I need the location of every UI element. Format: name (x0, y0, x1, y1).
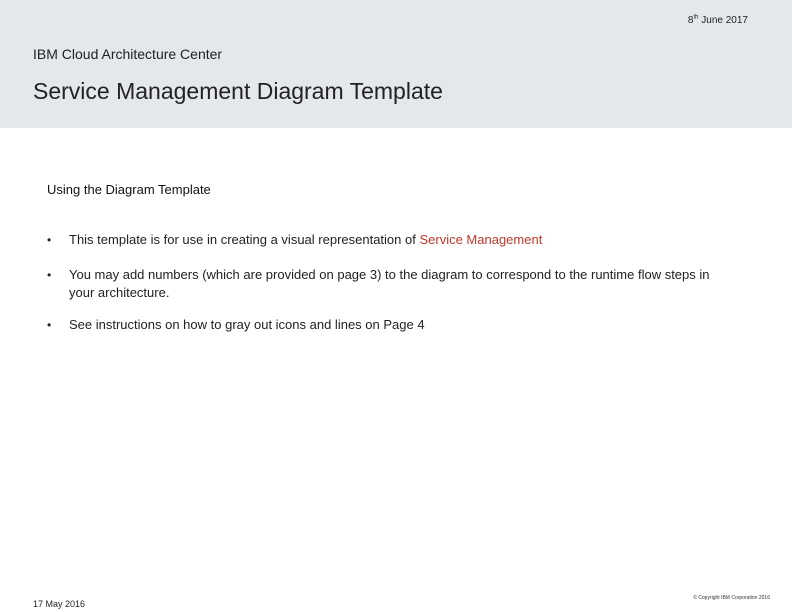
list-item-plain-text: This template is for use in creating a v… (69, 232, 420, 247)
bullet-marker: • (47, 318, 52, 332)
footer-date: 17 May 2016 (33, 599, 86, 609)
date-month-year: June 2017 (698, 15, 748, 26)
copyright-notice: © Copyright IBM Corporation 2016 (693, 595, 770, 601)
section-heading: Using the Diagram Template (47, 182, 211, 197)
list-item-text: You may add numbers (which are provided … (69, 267, 710, 300)
service-management-highlight: Service Management (419, 232, 543, 247)
slide-date: 8th June 2017 (688, 15, 748, 26)
page-title: Service Management Diagram Template (33, 78, 443, 104)
header-band (0, 0, 792, 128)
list-item-text: This template is for use in creating a v… (69, 231, 729, 249)
bullet-marker: • (47, 268, 52, 282)
list-item-text: See instructions on how to gray out icon… (69, 317, 425, 332)
architecture-center-label: IBM Cloud Architecture Center (33, 46, 223, 62)
bullet-marker: • (47, 233, 52, 247)
